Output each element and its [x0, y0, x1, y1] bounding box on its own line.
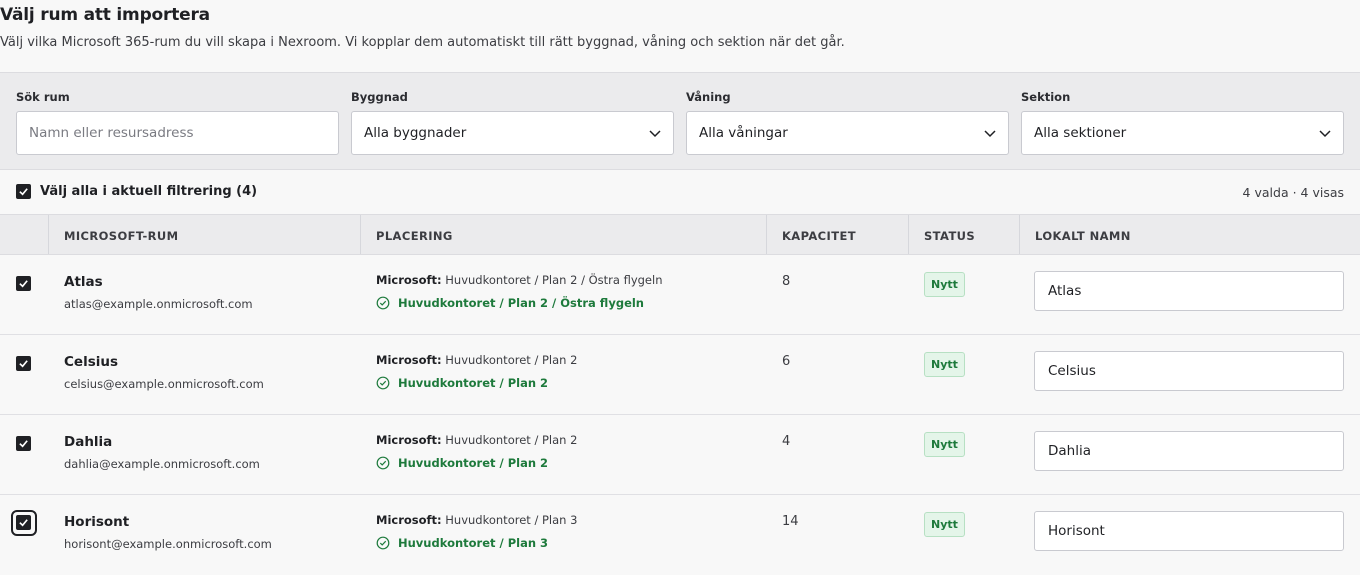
building-select-value: Alla byggnader: [364, 125, 467, 141]
chevron-down-icon: [1319, 130, 1331, 138]
search-filter: Sök rum: [16, 90, 339, 155]
microsoft-placement: Microsoft: Huvudkontoret / Plan 2: [376, 433, 577, 447]
column-divider: [766, 215, 767, 254]
room-email: celsius@example.onmicrosoft.com: [64, 377, 264, 391]
column-header-placement: PLACERING: [376, 229, 453, 243]
page-title: Välj rum att importera: [0, 5, 210, 25]
column-header-local-name: LOKALT NAMN: [1035, 229, 1131, 243]
microsoft-placement: Microsoft: Huvudkontoret / Plan 3: [376, 513, 577, 527]
status-badge: Nytt: [924, 272, 965, 297]
room-email: atlas@example.onmicrosoft.com: [64, 297, 253, 311]
select-all-label[interactable]: Välj alla i aktuell filtrering (4): [40, 184, 257, 199]
selection-count: 4 valda · 4 visas: [1242, 185, 1344, 200]
microsoft-path: Huvudkontoret / Plan 3: [445, 513, 578, 527]
microsoft-path: Huvudkontoret / Plan 2: [445, 433, 578, 447]
matched-placement: Huvudkontoret / Plan 2: [376, 376, 548, 390]
building-filter: Byggnad Alla byggnader: [351, 90, 674, 155]
table-row[interactable]: Dahlia dahlia@example.onmicrosoft.com Mi…: [0, 415, 1360, 495]
matched-path: Huvudkontoret / Plan 2: [398, 456, 549, 470]
check-icon: [19, 360, 28, 368]
select-all-bar: Välj alla i aktuell filtrering (4) 4 val…: [0, 170, 1360, 214]
section-select[interactable]: Alla sektioner: [1021, 111, 1344, 155]
section-label: Sektion: [1021, 90, 1071, 104]
column-divider: [48, 215, 49, 254]
local-name-field[interactable]: [1034, 511, 1344, 551]
capacity-value: 14: [782, 514, 799, 529]
column-header-capacity: KAPACITET: [782, 229, 856, 243]
matched-placement: Huvudkontoret / Plan 3: [376, 536, 548, 550]
check-icon: [19, 188, 28, 196]
column-header-status: STATUS: [924, 229, 976, 243]
table-row[interactable]: Atlas atlas@example.onmicrosoft.com Micr…: [0, 255, 1360, 335]
row-checkbox[interactable]: [16, 436, 31, 451]
capacity-value: 6: [782, 354, 791, 369]
section-select-value: Alla sektioner: [1034, 125, 1127, 141]
select-all-checkbox[interactable]: [16, 184, 31, 199]
capacity-value: 4: [782, 434, 791, 449]
table-header: MICROSOFT-RUM PLACERING KAPACITET STATUS…: [0, 214, 1360, 255]
chevron-down-icon: [984, 130, 996, 138]
local-name-input[interactable]: [1048, 443, 1343, 459]
capacity-value: 8: [782, 274, 791, 289]
search-label: Sök rum: [16, 90, 70, 104]
microsoft-placement: Microsoft: Huvudkontoret / Plan 2 / Östr…: [376, 273, 663, 287]
table-row[interactable]: Celsius celsius@example.onmicrosoft.com …: [0, 335, 1360, 415]
room-name: Horisont: [64, 514, 130, 530]
check-circle-icon: [376, 376, 390, 390]
check-icon: [19, 440, 28, 448]
check-circle-icon: [376, 296, 390, 310]
local-name-field[interactable]: [1034, 351, 1344, 391]
column-divider: [1019, 215, 1020, 254]
floor-label: Våning: [686, 90, 731, 104]
table-row[interactable]: Horisont horisont@example.onmicrosoft.co…: [0, 495, 1360, 575]
search-box[interactable]: [16, 111, 339, 155]
room-email: horisont@example.onmicrosoft.com: [64, 537, 272, 551]
local-name-field[interactable]: [1034, 271, 1344, 311]
local-name-input[interactable]: [1048, 283, 1343, 299]
check-circle-icon: [376, 536, 390, 550]
row-checkbox[interactable]: [16, 515, 31, 530]
status-badge: Nytt: [924, 512, 965, 537]
local-name-input[interactable]: [1048, 363, 1343, 379]
row-checkbox[interactable]: [16, 356, 31, 371]
floor-select-value: Alla våningar: [699, 125, 788, 141]
building-select[interactable]: Alla byggnader: [351, 111, 674, 155]
column-divider: [908, 215, 909, 254]
microsoft-placement: Microsoft: Huvudkontoret / Plan 2: [376, 353, 577, 367]
microsoft-prefix: Microsoft:: [376, 513, 442, 527]
column-divider: [360, 215, 361, 254]
search-input[interactable]: [29, 125, 326, 141]
room-name: Dahlia: [64, 434, 113, 450]
page-subtitle: Välj vilka Microsoft 365-rum du vill ska…: [0, 35, 845, 50]
matched-path: Huvudkontoret / Plan 3: [398, 536, 549, 550]
chevron-down-icon: [649, 130, 661, 138]
microsoft-path: Huvudkontoret / Plan 2: [445, 353, 578, 367]
microsoft-prefix: Microsoft:: [376, 433, 442, 447]
room-email: dahlia@example.onmicrosoft.com: [64, 457, 260, 471]
matched-placement: Huvudkontoret / Plan 2 / Östra flygeln: [376, 296, 644, 310]
floor-select[interactable]: Alla våningar: [686, 111, 1009, 155]
local-name-field[interactable]: [1034, 431, 1344, 471]
filter-bar: Sök rum Byggnad Alla byggnader Våning Al…: [0, 72, 1360, 170]
matched-placement: Huvudkontoret / Plan 2: [376, 456, 548, 470]
status-badge: Nytt: [924, 432, 965, 457]
column-header-microsoft-room: MICROSOFT-RUM: [64, 229, 179, 243]
microsoft-prefix: Microsoft:: [376, 273, 442, 287]
matched-path: Huvudkontoret / Plan 2: [398, 376, 549, 390]
local-name-input[interactable]: [1048, 523, 1343, 539]
building-label: Byggnad: [351, 90, 408, 104]
microsoft-path: Huvudkontoret / Plan 2 / Östra flygeln: [445, 273, 663, 287]
microsoft-prefix: Microsoft:: [376, 353, 442, 367]
row-checkbox[interactable]: [16, 276, 31, 291]
check-icon: [19, 519, 28, 527]
status-badge: Nytt: [924, 352, 965, 377]
room-name: Atlas: [64, 274, 103, 290]
check-circle-icon: [376, 456, 390, 470]
floor-filter: Våning Alla våningar: [686, 90, 1009, 155]
room-name: Celsius: [64, 354, 118, 370]
section-filter: Sektion Alla sektioner: [1021, 90, 1344, 155]
page-header: Välj rum att importera Välj vilka Micros…: [0, 0, 1360, 72]
matched-path: Huvudkontoret / Plan 2 / Östra flygeln: [398, 296, 644, 310]
check-icon: [19, 280, 28, 288]
